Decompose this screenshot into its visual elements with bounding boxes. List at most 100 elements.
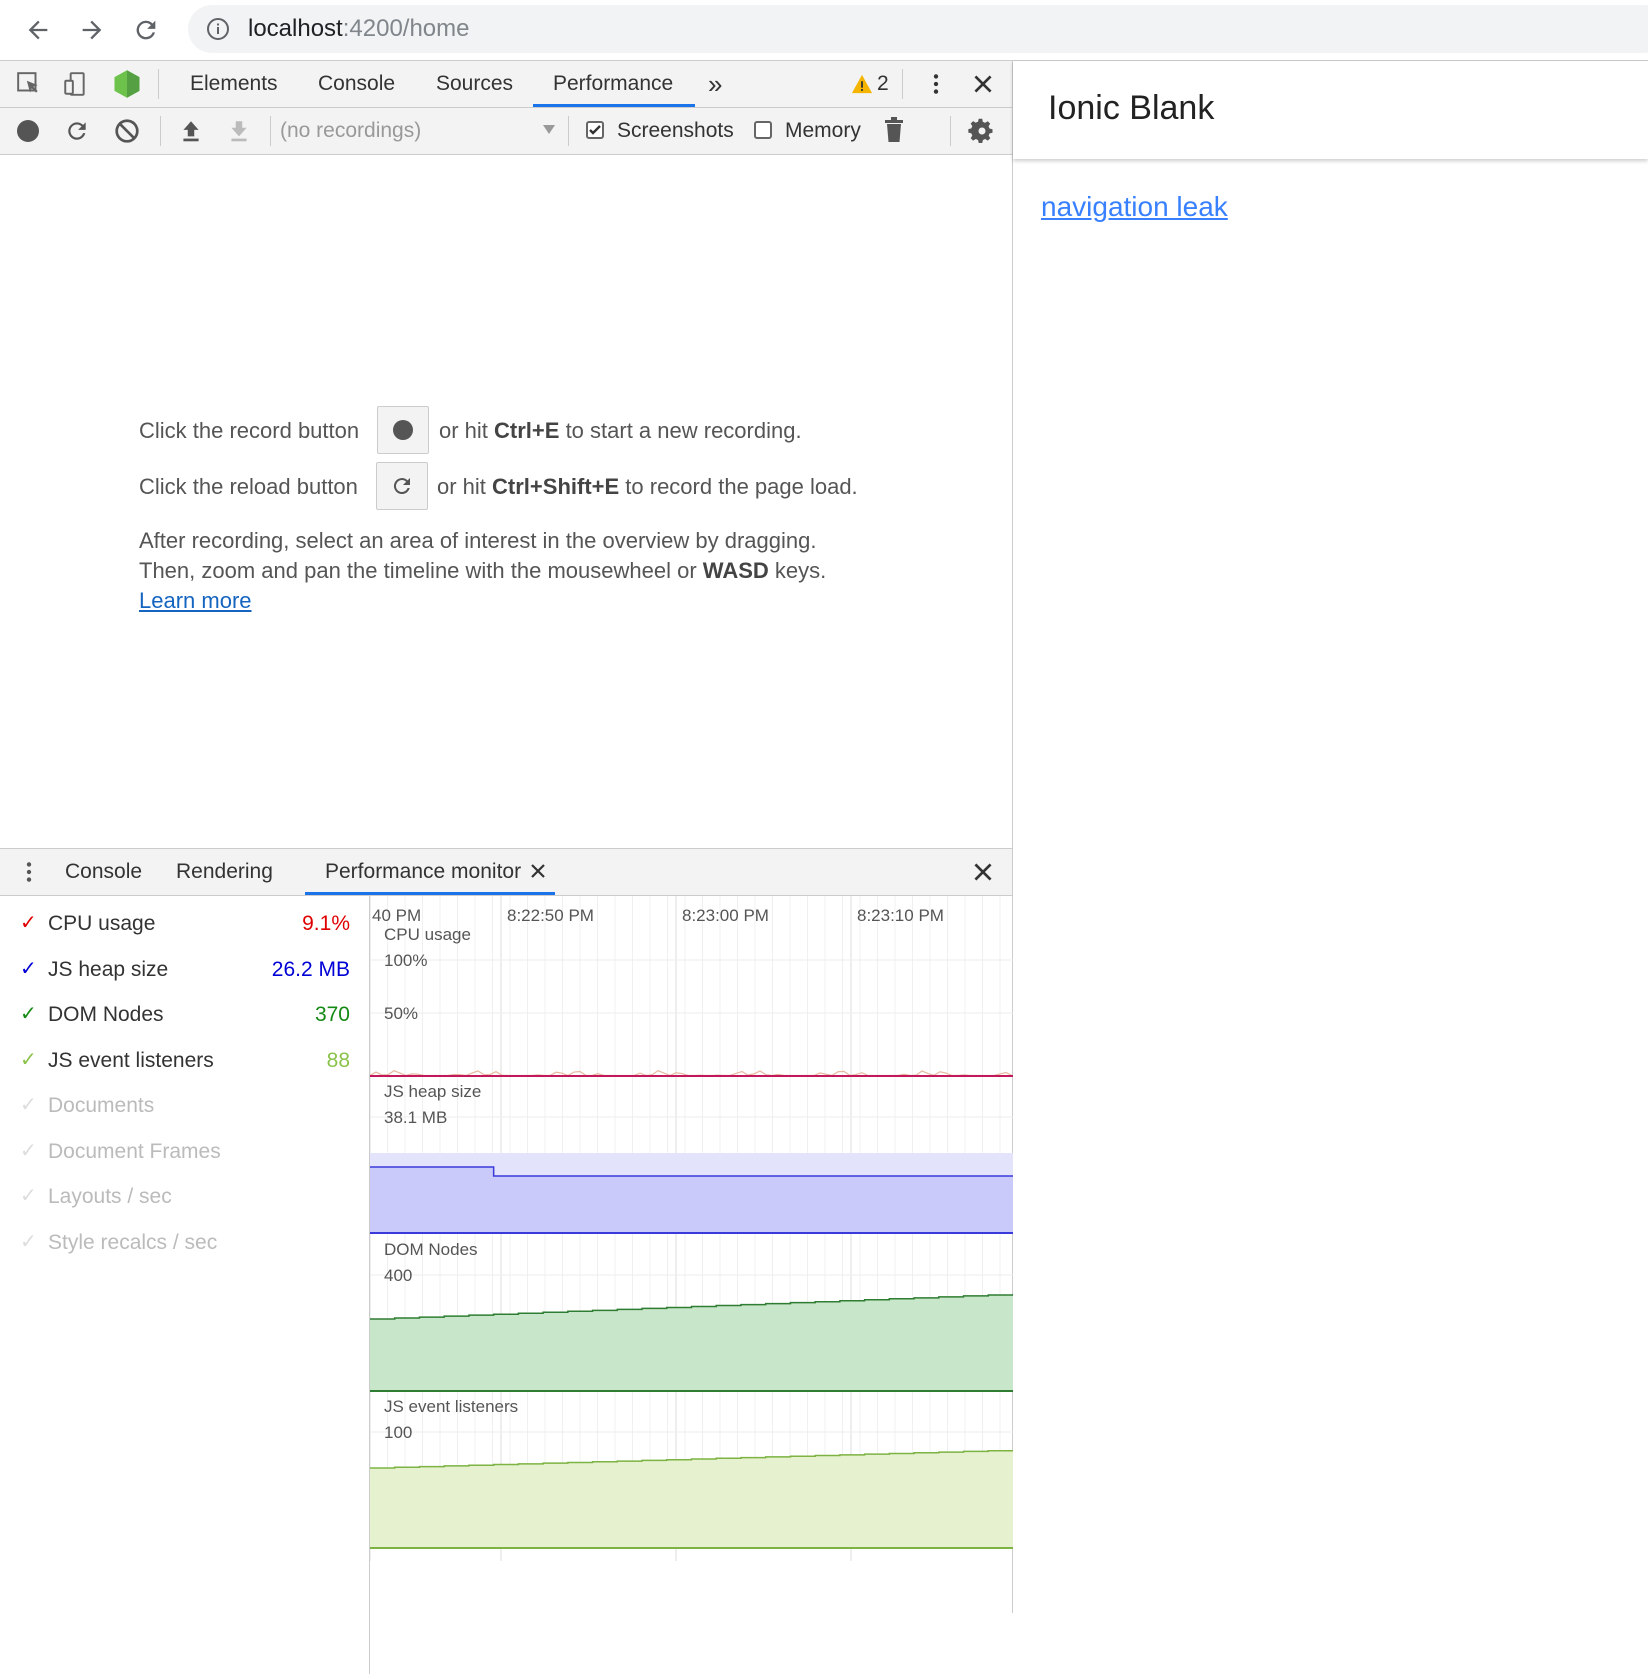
- metric-value: 88: [326, 1048, 350, 1072]
- kebab-menu-icon[interactable]: [923, 71, 949, 102]
- metric-label: CPU usage: [48, 912, 156, 935]
- screenshots-label[interactable]: Screenshots: [617, 119, 734, 143]
- reload-icon[interactable]: [126, 10, 166, 50]
- reload-instruction-suffix: or hit Ctrl+Shift+E to record the page l…: [437, 474, 858, 500]
- pane-title: JS event listeners: [384, 1397, 518, 1416]
- warning-icon[interactable]: [851, 73, 873, 100]
- metric-row[interactable]: ✓ Layouts / sec: [20, 1183, 350, 1223]
- download-icon: [226, 118, 252, 149]
- drawer-tab-bar: Console Rendering Performance monitor: [0, 848, 1012, 896]
- performance-monitor-chart: 40 PM 8:22:50 PM 8:23:00 PM 8:23:10 PM CPU u…: [369, 896, 1014, 1674]
- metric-row[interactable]: ✓ Documents: [20, 1092, 350, 1132]
- time-tick-label: 8:23:00 PM: [682, 906, 769, 925]
- check-icon[interactable]: ✓: [20, 956, 37, 981]
- pane-tick-label: 100%: [384, 951, 427, 970]
- series-area: [370, 1167, 1013, 1233]
- check-icon[interactable]: ✓: [20, 1183, 37, 1208]
- time-tick-label: 40 PM: [372, 906, 421, 925]
- reload-instruction-prefix: Click the reload button: [139, 474, 358, 499]
- tab-console[interactable]: Console: [318, 61, 395, 107]
- inspect-element-icon[interactable]: [16, 71, 42, 102]
- series-area: [370, 1294, 1013, 1391]
- after-recording-line2: Then, zoom and pan the timeline with the…: [139, 558, 826, 584]
- info-icon[interactable]: [206, 17, 230, 46]
- check-icon[interactable]: ✓: [20, 910, 37, 935]
- drawer-tab-performance-monitor[interactable]: Performance monitor: [305, 849, 555, 895]
- warning-count[interactable]: 2: [877, 61, 889, 107]
- device-toolbar-icon[interactable]: [62, 71, 88, 102]
- metric-value: 26.2 MB: [271, 957, 350, 981]
- metric-row[interactable]: ✓ DOM Nodes 370: [20, 1001, 350, 1041]
- page-title: Ionic Blank: [1048, 89, 1215, 127]
- reload-button-inline[interactable]: [376, 462, 428, 510]
- forward-icon[interactable]: [72, 10, 112, 50]
- metric-row[interactable]: ✓ Style recalcs / sec: [20, 1229, 350, 1269]
- record-icon[interactable]: [16, 119, 40, 148]
- url-text: localhost:4200/home: [248, 15, 470, 42]
- record-button-inline[interactable]: [377, 406, 429, 454]
- shortcut-key: WASD: [702, 558, 769, 583]
- address-bar[interactable]: localhost:4200/home: [188, 5, 1648, 53]
- text: to start a new recording.: [559, 418, 802, 443]
- pane-tick-label: 50%: [384, 1004, 418, 1023]
- reload-icon: [393, 478, 410, 495]
- screenshots-checkbox[interactable]: [586, 121, 604, 139]
- performance-toolbar: (no recordings) Screenshots Memory: [0, 108, 1012, 155]
- check-icon[interactable]: ✓: [20, 1047, 37, 1072]
- drawer-tab-rendering[interactable]: Rendering: [176, 849, 273, 895]
- shortcut-key: Ctrl+E: [494, 418, 560, 443]
- check-icon[interactable]: ✓: [20, 1229, 37, 1254]
- record-instruction-suffix: or hit Ctrl+E to start a new recording.: [439, 418, 802, 444]
- close-drawer-icon[interactable]: [970, 859, 996, 890]
- series-area: [370, 1450, 1013, 1548]
- tab-elements[interactable]: Elements: [190, 61, 278, 107]
- ionic-header: Ionic Blank: [1013, 61, 1648, 159]
- metric-value: 370: [314, 1003, 350, 1026]
- close-devtools-icon[interactable]: [970, 71, 996, 102]
- drawer-menu-icon[interactable]: [16, 859, 42, 890]
- memory-checkbox[interactable]: [754, 121, 772, 139]
- metric-row[interactable]: ✓ Document Frames: [20, 1138, 350, 1178]
- pane-title: DOM Nodes: [384, 1240, 478, 1259]
- shortcut-key: Ctrl+Shift+E: [492, 474, 620, 499]
- devtools-panel: Elements Console Sources Performance » 2: [0, 61, 1014, 1674]
- settings-gear-icon[interactable]: [968, 117, 996, 150]
- pane-tick-label: 100: [384, 1423, 412, 1442]
- more-tabs-icon[interactable]: »: [708, 61, 722, 107]
- learn-more-link[interactable]: Learn more: [139, 588, 252, 614]
- close-tab-icon[interactable]: [530, 863, 546, 884]
- record-instruction: Click the record button: [139, 418, 359, 444]
- metric-label: DOM Nodes: [48, 1003, 164, 1026]
- dropdown-arrow-icon[interactable]: [542, 122, 556, 141]
- reload-record-icon[interactable]: [64, 118, 90, 149]
- metric-value: 9.1%: [302, 912, 350, 935]
- text: to record the page load.: [619, 474, 858, 499]
- metric-row[interactable]: ✓ CPU usage 9.1%: [20, 910, 350, 950]
- navigation-leak-link[interactable]: navigation leak: [1041, 191, 1228, 223]
- pane-tick-label: 38.1 MB: [384, 1108, 447, 1127]
- tab-performance[interactable]: Performance: [533, 61, 695, 107]
- recordings-select[interactable]: (no recordings): [280, 119, 421, 143]
- time-tick-label: 8:23:10 PM: [857, 906, 944, 925]
- metric-row[interactable]: ✓ JS event listeners 88: [20, 1047, 350, 1087]
- check-icon[interactable]: ✓: [20, 1138, 37, 1163]
- upload-icon[interactable]: [178, 118, 204, 149]
- devtools-tab-bar: Elements Console Sources Performance » 2: [0, 61, 1012, 108]
- check-icon[interactable]: ✓: [20, 1092, 37, 1117]
- pane-title: JS heap size: [384, 1082, 481, 1101]
- node-devtools-icon[interactable]: [112, 69, 142, 104]
- page-viewport: Ionic Blank navigation leak: [1013, 61, 1648, 1613]
- back-icon[interactable]: [18, 10, 58, 50]
- metric-label: Document Frames: [48, 1139, 221, 1163]
- metric-label: JS event listeners: [48, 1048, 214, 1072]
- drawer-tab-console[interactable]: Console: [65, 849, 142, 895]
- clear-icon[interactable]: [114, 118, 140, 149]
- metric-row[interactable]: ✓ JS heap size 26.2 MB: [20, 956, 350, 996]
- check-icon[interactable]: ✓: [20, 1001, 37, 1026]
- chart-svg: 40 PM 8:22:50 PM 8:23:00 PM 8:23:10 PM CPU u…: [369, 896, 1014, 1561]
- garbage-collect-icon[interactable]: [882, 117, 906, 148]
- tab-sources[interactable]: Sources: [436, 61, 513, 107]
- memory-label[interactable]: Memory: [785, 119, 861, 143]
- text: Then, zoom and pan the timeline with the…: [139, 558, 703, 583]
- metric-label: JS heap size: [48, 957, 169, 981]
